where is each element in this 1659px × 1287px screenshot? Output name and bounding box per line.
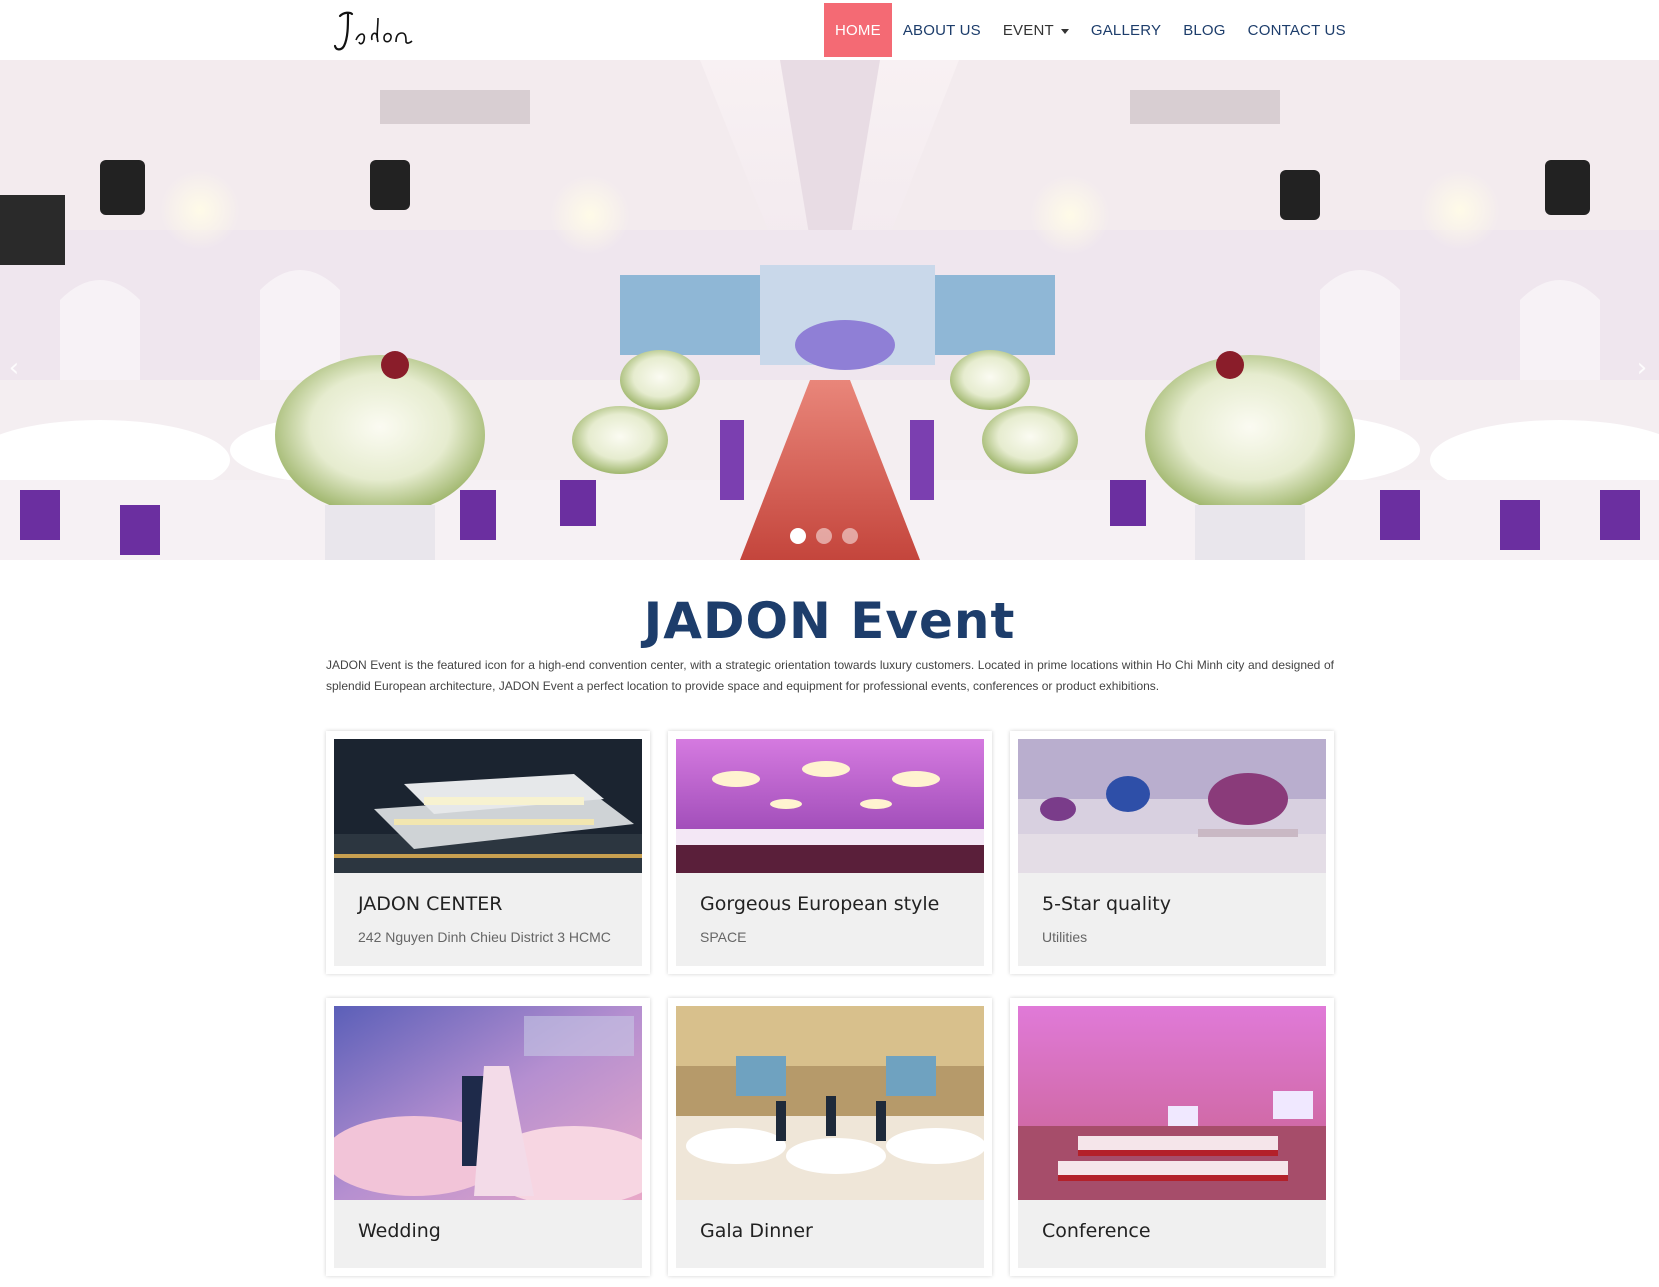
feature-card-european-style[interactable]: Gorgeous European style SPACE (668, 731, 992, 974)
nav-contact-us-label: CONTACT US (1247, 21, 1346, 39)
chevron-right-icon: › (1636, 353, 1648, 383)
nav-home[interactable]: HOME (824, 3, 892, 57)
event-card-body: Gala Dinner (676, 1200, 984, 1268)
nav-blog[interactable]: BLOG (1172, 3, 1236, 57)
nav-about-us-label: ABOUT US (902, 21, 981, 39)
carousel-indicator-3[interactable] (842, 528, 858, 544)
european-hall-image (676, 739, 984, 873)
event-card-body: Conference (1018, 1200, 1326, 1268)
event-card-body: Wedding (334, 1200, 642, 1268)
hero-carousel: ‹ › (0, 60, 1659, 560)
event-card-title: Wedding (358, 1220, 441, 1242)
caret-down-icon (1060, 28, 1069, 34)
nav-about-us[interactable]: ABOUT US (892, 3, 992, 57)
feature-card-body: Gorgeous European style SPACE (676, 873, 984, 966)
feature-card-jadon-center[interactable]: JADON CENTER 242 Nguyen Dinh Chieu Distr… (326, 731, 650, 974)
feature-card-subtitle: 242 Nguyen Dinh Chieu District 3 HCMC (358, 929, 611, 945)
nav-home-label: HOME (835, 21, 881, 39)
feature-card-subtitle: Utilities (1042, 929, 1088, 945)
nav-blog-label: BLOG (1183, 21, 1226, 39)
section-title: JADON Event (643, 592, 1016, 650)
feature-card-body: JADON CENTER 242 Nguyen Dinh Chieu Distr… (334, 873, 642, 966)
conference-image (1018, 1006, 1326, 1200)
carousel-next-button[interactable]: › (1630, 350, 1654, 386)
event-card-conference[interactable]: Conference (1010, 998, 1334, 1276)
feature-card-subtitle: SPACE (700, 929, 747, 945)
chevron-left-icon: ‹ (8, 353, 20, 383)
nav-event-label: EVENT (1002, 21, 1054, 39)
event-card-title: Gala Dinner (700, 1220, 813, 1242)
table-decor-image (1018, 739, 1326, 873)
feature-card-title: 5-Star quality (1042, 893, 1171, 915)
main-nav: HOME ABOUT US EVENT GALLERY BLOG CONTACT… (824, 3, 1357, 57)
event-card-wedding[interactable]: Wedding (326, 998, 650, 1276)
wedding-image (334, 1006, 642, 1200)
nav-event-dropdown[interactable]: EVENT (992, 3, 1080, 57)
event-card-gala-dinner[interactable]: Gala Dinner (668, 998, 992, 1276)
jadon-center-building-image (334, 739, 642, 873)
feature-card-title: Gorgeous European style (700, 893, 940, 915)
carousel-indicator-2[interactable] (816, 528, 832, 544)
feature-card-5-star-quality[interactable]: 5-Star quality Utilities (1010, 731, 1334, 974)
feature-card-body: 5-Star quality Utilities (1018, 873, 1326, 966)
nav-contact-us[interactable]: CONTACT US (1237, 3, 1357, 57)
feature-card-title: JADON CENTER (358, 893, 503, 915)
carousel-indicator-1[interactable] (790, 528, 806, 544)
intro-paragraph: JADON Event is the featured icon for a h… (326, 658, 1334, 693)
hero-banquet-hall-image (0, 60, 1659, 560)
jadon-logo[interactable] (326, 4, 426, 56)
nav-gallery-label: GALLERY (1090, 21, 1162, 39)
gala-dinner-image (676, 1006, 984, 1200)
navbar: HOME ABOUT US EVENT GALLERY BLOG CONTACT… (0, 0, 1659, 60)
nav-gallery[interactable]: GALLERY (1080, 3, 1172, 57)
carousel-indicators (790, 528, 858, 544)
event-card-title: Conference (1042, 1220, 1151, 1242)
carousel-prev-button[interactable]: ‹ (2, 350, 26, 386)
